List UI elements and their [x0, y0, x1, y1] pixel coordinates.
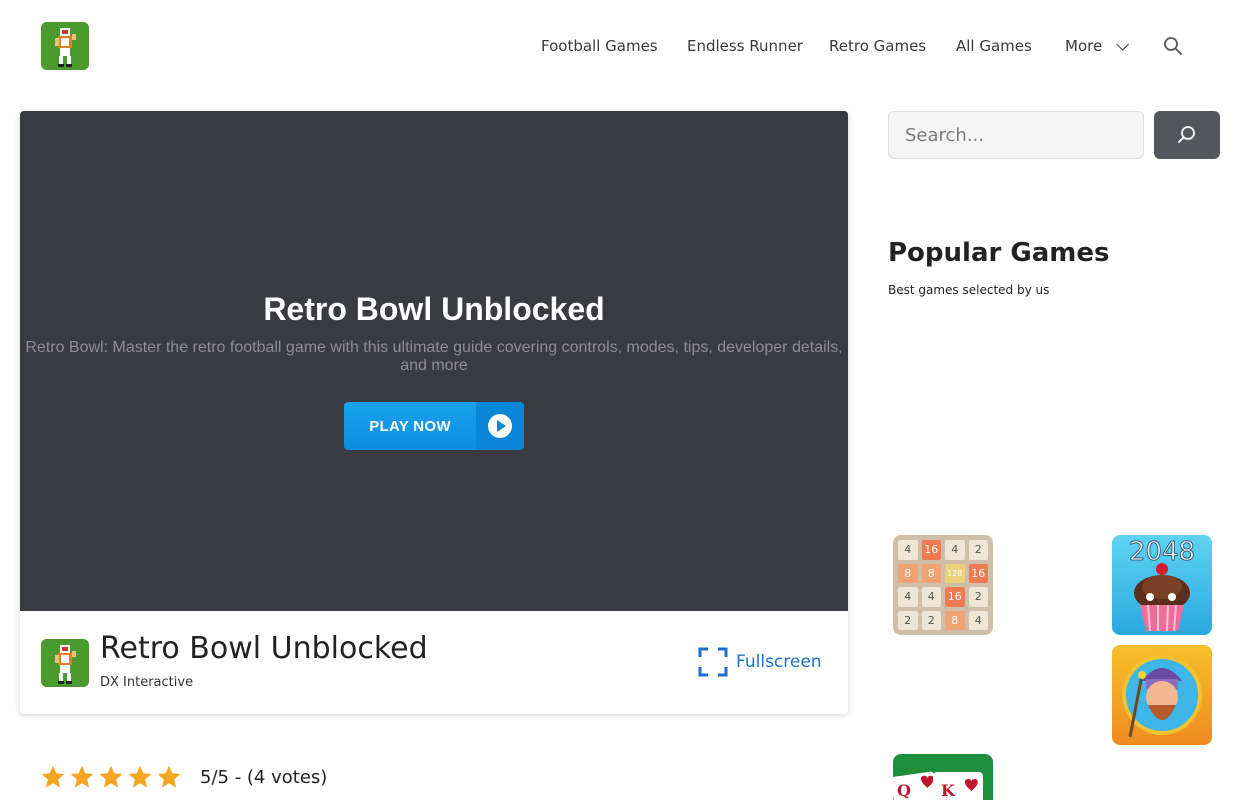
- game-thumb-2048[interactable]: 4 16 4 2 8 8 128 16 4 4 16 2 2 2 8 4: [893, 535, 993, 635]
- rating: 5/5 - (4 votes): [40, 764, 327, 790]
- tile: 2: [968, 540, 988, 560]
- tile: 4: [898, 540, 918, 560]
- play-now-button[interactable]: PLAY NOW: [344, 402, 524, 450]
- rating-stars: [40, 764, 182, 790]
- chevron-down-icon: [1116, 37, 1130, 51]
- main-nav: Football Games Endless Runner Retro Game…: [0, 36, 1240, 56]
- fullscreen-label: Fullscreen: [736, 652, 822, 672]
- tile: 2: [921, 610, 941, 630]
- game-info-bar: Retro Bowl Unblocked DX Interactive Full…: [20, 611, 848, 714]
- football-player-icon: [41, 639, 89, 687]
- tile: 4: [921, 587, 941, 607]
- tile: 8: [898, 563, 918, 583]
- game-developer: DX Interactive: [100, 675, 194, 690]
- game-thumb-2048-cupcakes[interactable]: 2048: [1112, 535, 1212, 635]
- nav-more-label: More: [1065, 37, 1103, 55]
- tile: 4: [945, 540, 965, 560]
- rating-text: 5/5 - (4 votes): [200, 766, 328, 788]
- tile: 4: [898, 587, 918, 607]
- tile: 8: [945, 610, 965, 630]
- play-icon: [476, 402, 524, 450]
- star-icon[interactable]: [127, 764, 153, 790]
- fullscreen-icon: [698, 647, 728, 677]
- star-icon[interactable]: [40, 764, 66, 790]
- nav-endless-runner[interactable]: Endless Runner: [687, 36, 803, 56]
- nav-retro-games[interactable]: Retro Games: [829, 36, 926, 56]
- star-icon[interactable]: [69, 764, 95, 790]
- game-thumb-fisherman[interactable]: [1112, 645, 1212, 745]
- fisherman-icon: [1122, 655, 1202, 738]
- hero-title: Retro Bowl Unblocked: [263, 291, 605, 327]
- tile: 16: [921, 540, 941, 560]
- game-card: Retro Bowl Unblocked Retro Bowl: Master …: [20, 111, 848, 714]
- tile: 4: [968, 610, 988, 630]
- tile: 8: [921, 563, 941, 583]
- tile: 16: [945, 587, 965, 607]
- playing-cards-icon: Q K: [893, 771, 983, 800]
- hero-description: Retro Bowl: Master the retro football ga…: [25, 339, 843, 374]
- search-input[interactable]: [888, 111, 1144, 159]
- star-icon[interactable]: [98, 764, 124, 790]
- star-icon[interactable]: [156, 764, 182, 790]
- nav-football-games[interactable]: Football Games: [541, 36, 658, 56]
- nav-more[interactable]: More: [1065, 36, 1130, 56]
- cupcake-icon: [1134, 563, 1190, 632]
- svg-text:Q: Q: [897, 781, 911, 800]
- search-button[interactable]: [1154, 111, 1220, 159]
- play-now-label: PLAY NOW: [369, 417, 451, 435]
- game-logo: [41, 639, 89, 687]
- tile: 2: [898, 610, 918, 630]
- search-icon: [1178, 126, 1195, 143]
- game-title: Retro Bowl Unblocked: [100, 631, 428, 666]
- tile: 16: [968, 563, 988, 583]
- game-hero: Retro Bowl Unblocked Retro Bowl: Master …: [20, 111, 848, 611]
- svg-text:K: K: [941, 781, 956, 800]
- tile: 2: [968, 587, 988, 607]
- tile: 128: [945, 563, 965, 583]
- popular-games-subtitle: Best games selected by us: [888, 283, 1050, 297]
- game-thumb-solitaire[interactable]: Q K: [893, 754, 993, 800]
- fullscreen-button[interactable]: Fullscreen: [698, 647, 822, 677]
- nav-all-games[interactable]: All Games: [956, 36, 1032, 56]
- search-icon[interactable]: [1163, 36, 1183, 56]
- popular-games-title: Popular Games: [888, 238, 1110, 268]
